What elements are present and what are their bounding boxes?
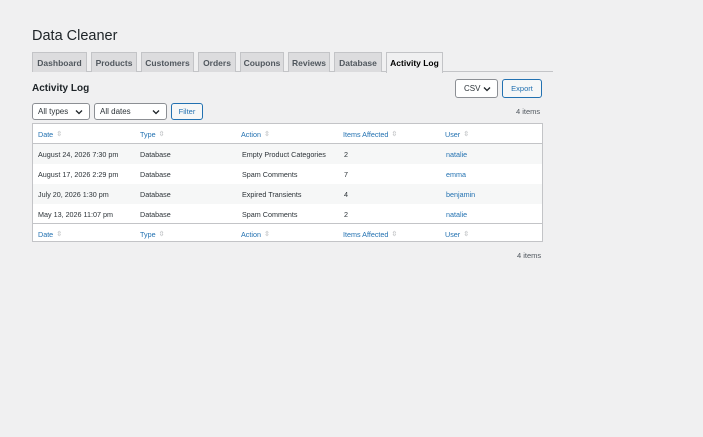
sort-arrows-icon: ⇳ bbox=[56, 231, 63, 238]
column-items-affected[interactable]: Items Affected ⇳ bbox=[343, 124, 397, 144]
table-row: August 17, 2026 2:29 pm Database Spam Co… bbox=[33, 164, 542, 184]
cell-items: 7 bbox=[344, 169, 348, 179]
column-type-label: Type bbox=[140, 229, 156, 239]
column-action[interactable]: Action ⇳ bbox=[241, 224, 270, 244]
cell-type: Database bbox=[140, 149, 171, 159]
tab-customers[interactable]: Customers bbox=[141, 52, 194, 72]
table-row: July 20, 2026 1:30 pm Database Expired T… bbox=[33, 184, 542, 204]
column-items-label: Items Affected bbox=[343, 129, 389, 139]
column-user-label: User bbox=[445, 129, 461, 139]
column-date[interactable]: Date ⇳ bbox=[38, 224, 62, 244]
tab-coupons[interactable]: Coupons bbox=[240, 52, 284, 72]
column-user[interactable]: User ⇳ bbox=[445, 224, 469, 244]
column-date-label: Date bbox=[38, 229, 54, 239]
column-type[interactable]: Type ⇳ bbox=[140, 224, 164, 244]
date-filter-value: All dates bbox=[100, 107, 131, 116]
sort-arrows-icon: ⇳ bbox=[463, 131, 470, 138]
cell-date: May 13, 2026 11:07 pm bbox=[38, 209, 113, 219]
sort-arrows-icon: ⇳ bbox=[263, 131, 270, 138]
table-row: August 24, 2026 7:30 pm Database Empty P… bbox=[33, 144, 542, 164]
column-type[interactable]: Type ⇳ bbox=[140, 124, 164, 144]
column-date[interactable]: Date ⇳ bbox=[38, 124, 62, 144]
format-select[interactable]: CSV bbox=[455, 79, 498, 98]
cell-action: Spam Comments bbox=[242, 209, 298, 219]
cell-user-link[interactable]: emma bbox=[446, 164, 466, 184]
chevron-down-icon bbox=[483, 87, 491, 92]
cell-type: Database bbox=[140, 169, 171, 179]
column-user-label: User bbox=[445, 229, 461, 239]
cell-action: Empty Product Categories bbox=[242, 149, 326, 159]
tab-database[interactable]: Database bbox=[334, 52, 382, 72]
cell-user-link[interactable]: benjamin bbox=[446, 184, 475, 204]
column-action-label: Action bbox=[241, 129, 261, 139]
cell-items: 4 bbox=[344, 189, 348, 199]
sort-arrows-icon: ⇳ bbox=[391, 231, 398, 238]
column-items-label: Items Affected bbox=[343, 229, 389, 239]
table-row: May 13, 2026 11:07 pm Database Spam Comm… bbox=[33, 204, 542, 224]
tab-activity-log[interactable]: Activity Log bbox=[386, 52, 443, 73]
type-filter-select[interactable]: All types bbox=[32, 103, 90, 120]
sort-arrows-icon: ⇳ bbox=[158, 231, 165, 238]
cell-type: Database bbox=[140, 209, 171, 219]
cell-items: 2 bbox=[344, 209, 348, 219]
cell-items: 2 bbox=[344, 149, 348, 159]
sort-arrows-icon: ⇳ bbox=[391, 131, 398, 138]
column-items-affected[interactable]: Items Affected ⇳ bbox=[343, 224, 397, 244]
items-count-bottom: 4 items bbox=[517, 251, 542, 260]
tab-orders[interactable]: Orders bbox=[198, 52, 236, 72]
cell-user-link[interactable]: natalie bbox=[446, 144, 467, 164]
sort-arrows-icon: ⇳ bbox=[463, 231, 470, 238]
cell-date: July 20, 2026 1:30 pm bbox=[38, 189, 109, 199]
section-title: Activity Log bbox=[32, 83, 90, 94]
cell-action: Expired Transients bbox=[242, 189, 302, 199]
sort-arrows-icon: ⇳ bbox=[56, 131, 63, 138]
nav-tabs: Dashboard Products Customers Orders Coup… bbox=[32, 52, 553, 73]
column-type-label: Type bbox=[140, 129, 156, 139]
tab-dashboard[interactable]: Dashboard bbox=[32, 52, 87, 72]
column-date-label: Date bbox=[38, 129, 54, 139]
cell-type: Database bbox=[140, 189, 171, 199]
tab-products[interactable]: Products bbox=[91, 52, 137, 72]
type-filter-value: All types bbox=[38, 107, 69, 116]
sort-arrows-icon: ⇳ bbox=[263, 231, 270, 238]
cell-date: August 17, 2026 2:29 pm bbox=[38, 169, 119, 179]
export-button[interactable]: Export bbox=[502, 79, 542, 98]
cell-date: August 24, 2026 7:30 pm bbox=[38, 149, 119, 159]
activity-log-table: Date ⇳ Type ⇳ Action ⇳ Items Affected ⇳ User… bbox=[32, 123, 543, 242]
cell-action: Spam Comments bbox=[242, 169, 298, 179]
format-select-value: CSV bbox=[464, 84, 481, 93]
items-count-top: 4 items bbox=[516, 107, 541, 116]
column-action-label: Action bbox=[241, 229, 261, 239]
column-action[interactable]: Action ⇳ bbox=[241, 124, 270, 144]
table-footer-row: Date ⇳ Type ⇳ Action ⇳ Items Affected ⇳ User… bbox=[33, 223, 542, 243]
table-header-row: Date ⇳ Type ⇳ Action ⇳ Items Affected ⇳ User… bbox=[33, 124, 542, 144]
page-title: Data Cleaner bbox=[32, 28, 118, 44]
chevron-down-icon bbox=[152, 110, 160, 115]
chevron-down-icon bbox=[75, 110, 83, 115]
column-user[interactable]: User ⇳ bbox=[445, 124, 469, 144]
sort-arrows-icon: ⇳ bbox=[158, 131, 165, 138]
date-filter-select[interactable]: All dates bbox=[94, 103, 167, 120]
filter-button[interactable]: Filter bbox=[171, 103, 203, 120]
tab-reviews[interactable]: Reviews bbox=[288, 52, 330, 72]
cell-user-link[interactable]: natalie bbox=[446, 204, 467, 224]
